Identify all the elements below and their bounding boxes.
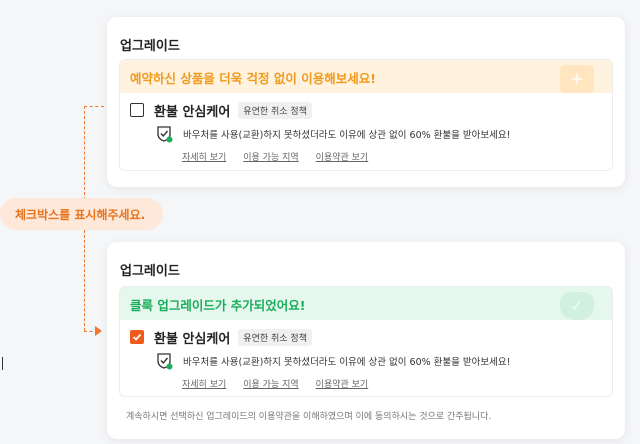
- banner-text: 예약하신 상품을 더욱 걱정 없이 이용해보세요!: [130, 71, 376, 86]
- check-icon: [132, 333, 142, 341]
- policy-tag: 유연한 취소 정책: [238, 101, 312, 119]
- shield-check-icon: ✓: [560, 292, 594, 320]
- annotation-connector-top: [84, 106, 104, 107]
- upgrade-option-box: 예약하신 상품을 더욱 걱정 없이 이용해보세요! + 환불 안심케어 유연한 …: [119, 59, 613, 171]
- annotation-arrow-icon: [95, 326, 102, 336]
- text-cursor: [2, 357, 3, 370]
- annotation-connector-lower: [84, 230, 85, 331]
- added-banner: 클룩 업그레이드가 추가되었어요! ✓: [120, 287, 612, 320]
- card-title: 업그레이드: [120, 39, 180, 54]
- policy-tag: 유연한 취소 정책: [238, 328, 312, 346]
- plus-icon: +: [560, 65, 594, 93]
- available-regions-link[interactable]: 이용 가능 지역: [243, 150, 298, 163]
- terms-consent-note: 계속하시면 선택하신 업그레이드의 이용약관을 이해하였으며 이에 동의하시는 …: [126, 412, 492, 422]
- refund-care-checkbox[interactable]: [130, 330, 144, 344]
- product-name: 환불 안심케어: [154, 331, 231, 347]
- terms-link[interactable]: 이용약관 보기: [316, 150, 369, 163]
- upgrade-option-box: 클룩 업그레이드가 추가되었어요! ✓ 환불 안심케어 유연한 취소 정책 바우…: [119, 286, 613, 397]
- banner-text: 클룩 업그레이드가 추가되었어요!: [130, 298, 306, 313]
- refund-care-checkbox[interactable]: [130, 103, 144, 117]
- upgrade-card-checked: 업그레이드 클룩 업그레이드가 추가되었어요! ✓ 환불 안심케어 유연한 취소…: [107, 242, 625, 439]
- details-link[interactable]: 자세히 보기: [182, 150, 226, 163]
- promo-banner: 예약하신 상품을 더욱 걱정 없이 이용해보세요! +: [120, 60, 612, 93]
- terms-link[interactable]: 이용약관 보기: [316, 377, 369, 390]
- product-description: 바우처를 사용(교환)하지 못하셨더라도 이유에 상관 없이 60% 환불을 받…: [183, 357, 511, 368]
- annotation-pill: 체크박스를 표시해주세요.: [0, 198, 163, 230]
- shield-check-icon: [157, 126, 173, 143]
- details-link[interactable]: 자세히 보기: [182, 377, 226, 390]
- shield-check-icon: [157, 353, 173, 370]
- upgrade-card-unchecked: 업그레이드 예약하신 상품을 더욱 걱정 없이 이용해보세요! + 환불 안심케…: [107, 17, 625, 187]
- card-title: 업그레이드: [120, 264, 180, 279]
- annotation-connector-upper: [84, 106, 85, 200]
- available-regions-link[interactable]: 이용 가능 지역: [243, 377, 298, 390]
- product-description: 바우처를 사용(교환)하지 못하셨더라도 이유에 상관 없이 60% 환불을 받…: [183, 130, 511, 141]
- product-name: 환불 안심케어: [154, 104, 231, 120]
